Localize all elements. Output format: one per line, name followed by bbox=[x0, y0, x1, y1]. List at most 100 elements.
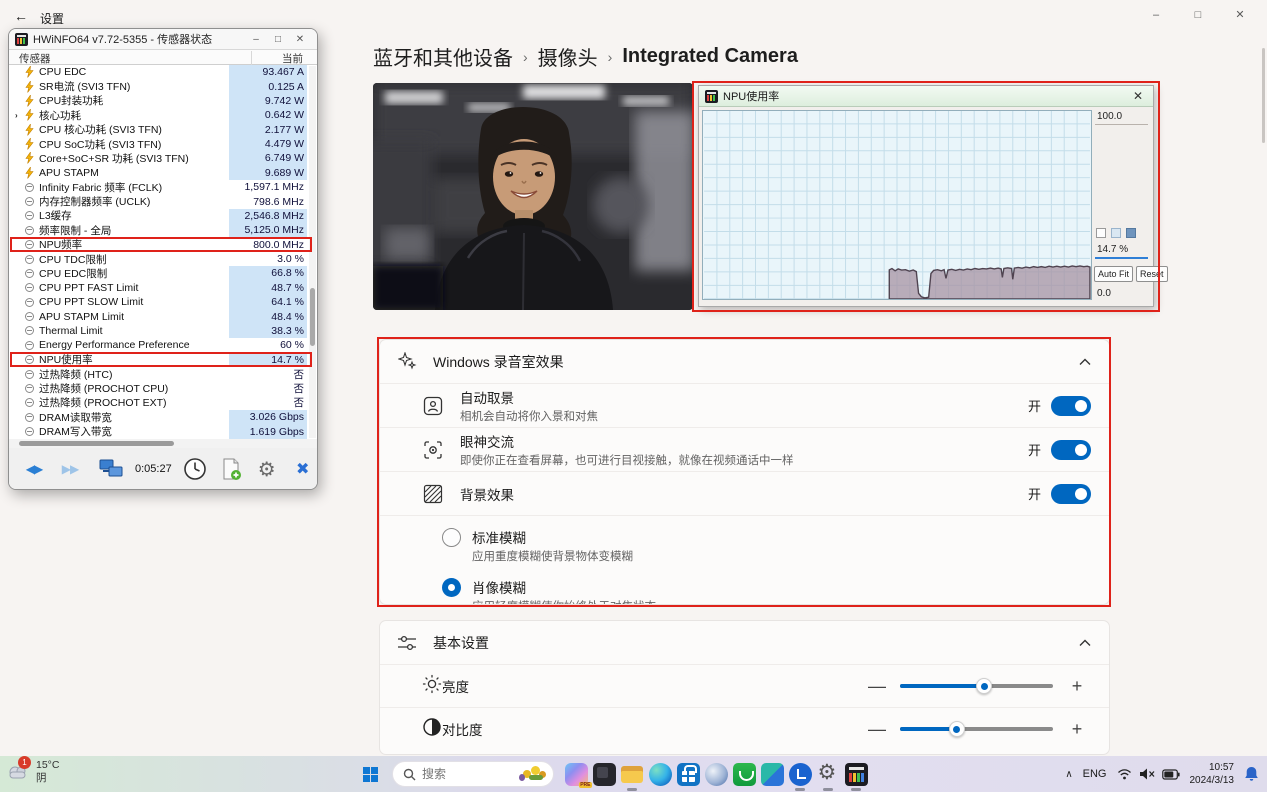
sensor-row[interactable]: APU STAPM Limit48.4 % bbox=[9, 309, 317, 323]
auto-framing-toggle[interactable] bbox=[1051, 396, 1091, 416]
sensor-row[interactable]: CPU PPT SLOW Limit64.1 % bbox=[9, 295, 317, 309]
sensor-row[interactable]: L3缓存2,546.8 MHz bbox=[9, 209, 317, 223]
studio-effects-header[interactable]: Windows 录音室效果 bbox=[380, 340, 1109, 383]
search-box[interactable] bbox=[392, 761, 554, 787]
close-x-icon[interactable]: ✖ bbox=[288, 454, 318, 484]
contrast-slider[interactable] bbox=[900, 727, 1053, 731]
page-scrollbar[interactable] bbox=[1262, 48, 1265, 143]
sensor-row[interactable]: CPU PPT FAST Limit48.7 % bbox=[9, 281, 317, 295]
sensor-row[interactable]: Core+SoC+SR 功耗 (SVI3 TFN)6.749 W bbox=[9, 151, 317, 165]
clock-app-taskbar-button[interactable] bbox=[786, 756, 814, 792]
expand-icon[interactable]: › bbox=[15, 111, 23, 120]
reset-button[interactable]: Reset bbox=[1136, 266, 1168, 282]
system-tray-icons[interactable] bbox=[1117, 768, 1180, 780]
sensor-row[interactable]: CPU 核心功耗 (SVI3 TFN)2.177 W bbox=[9, 123, 317, 137]
gauge-icon bbox=[23, 297, 35, 308]
chevron-up-icon[interactable] bbox=[1079, 358, 1091, 366]
minimize-button[interactable]: – bbox=[1135, 4, 1177, 26]
hwinfo-titlebar[interactable]: HWiNFO64 v7.72-5355 - 传感器状态 – □ ✕ bbox=[9, 29, 317, 49]
horizontal-scrollbar[interactable] bbox=[9, 439, 317, 448]
sensor-row[interactable]: 过热降频 (PROCHOT CPU)否 bbox=[9, 381, 317, 395]
background-effects-toggle[interactable] bbox=[1051, 484, 1091, 504]
teal-app-taskbar-button[interactable] bbox=[758, 756, 786, 792]
radio-standard-blur[interactable] bbox=[442, 528, 461, 547]
sensor-row[interactable]: Energy Performance Preference60 % bbox=[9, 338, 317, 352]
report-add-icon[interactable] bbox=[216, 454, 246, 484]
search-input[interactable] bbox=[422, 767, 513, 781]
remote-monitoring-icon[interactable] bbox=[97, 454, 127, 484]
sensor-row[interactable]: NPU频率800.0 MHz bbox=[9, 238, 317, 252]
portrait-blur-option[interactable]: 肖像模糊 应用轻度模糊使你始终处于对焦状态 bbox=[442, 577, 1109, 605]
back-button[interactable]: ← bbox=[14, 8, 28, 24]
dark-app-taskbar-button[interactable] bbox=[590, 756, 618, 792]
vertical-scrollbar[interactable] bbox=[309, 66, 316, 438]
hwinfo-icon bbox=[705, 90, 718, 103]
settings-gear-icon[interactable]: ⚙ bbox=[252, 454, 282, 484]
sensor-row[interactable]: APU STAPM9.689 W bbox=[9, 166, 317, 180]
settings-app-title: 设置 bbox=[40, 10, 64, 27]
sensor-row[interactable]: DRAM写入带宽1.619 Gbps bbox=[9, 424, 317, 438]
basic-settings-header[interactable]: 基本设置 bbox=[380, 621, 1109, 664]
sensor-row[interactable]: CPU EDC限制66.8 % bbox=[9, 266, 317, 280]
sensor-row[interactable]: CPU EDC93.467 A bbox=[9, 65, 317, 79]
contrast-slider-thumb[interactable] bbox=[949, 721, 965, 737]
browser-swirl-taskbar-button[interactable] bbox=[702, 756, 730, 792]
minimize-button[interactable]: – bbox=[245, 34, 267, 45]
green-store-taskbar-button[interactable] bbox=[730, 756, 758, 792]
sensor-row[interactable]: CPU封装功耗9.742 W bbox=[9, 94, 317, 108]
clock-icon[interactable] bbox=[180, 454, 210, 484]
file-explorer-taskbar-button[interactable] bbox=[618, 756, 646, 792]
gauge-icon bbox=[23, 225, 35, 236]
breadcrumb-cameras[interactable]: 摄像头 bbox=[538, 42, 598, 71]
search-highlight-image[interactable] bbox=[519, 764, 549, 784]
brightness-increase-button[interactable]: + bbox=[1069, 676, 1085, 697]
brightness-decrease-button[interactable]: — bbox=[868, 676, 884, 697]
weather-widget[interactable]: 1 15°C 阴 bbox=[6, 759, 59, 785]
language-indicator[interactable]: ENG bbox=[1083, 768, 1107, 780]
sensor-row[interactable]: CPU SoC功耗 (SVI3 TFN)4.479 W bbox=[9, 137, 317, 151]
breadcrumb-bluetooth-devices[interactable]: 蓝牙和其他设备 bbox=[373, 42, 513, 71]
sensor-row[interactable]: NPU使用率14.7 % bbox=[9, 353, 317, 367]
start-button[interactable] bbox=[356, 760, 384, 788]
sensor-row[interactable]: 过热降频 (HTC)否 bbox=[9, 367, 317, 381]
brightness-slider-thumb[interactable] bbox=[976, 678, 992, 694]
sensor-row[interactable]: DRAM读取带宽3.026 Gbps bbox=[9, 410, 317, 424]
sensor-row[interactable]: 内存控制器频率 (UCLK)798.6 MHz bbox=[9, 194, 317, 208]
sensor-row[interactable]: 频率限制 - 全局5,125.0 MHz bbox=[9, 223, 317, 237]
copilot-taskbar-button[interactable] bbox=[562, 756, 590, 792]
brightness-slider[interactable] bbox=[900, 684, 1053, 688]
sensor-row[interactable]: Infinity Fabric 频率 (FCLK)1,597.1 MHz bbox=[9, 180, 317, 194]
sensor-row[interactable]: 过热降频 (PROCHOT EXT)否 bbox=[9, 396, 317, 410]
sensor-row[interactable]: Thermal Limit38.3 % bbox=[9, 324, 317, 338]
graph-color-swatches[interactable] bbox=[1096, 228, 1136, 238]
radio-portrait-blur[interactable] bbox=[442, 578, 461, 597]
eye-contact-toggle[interactable] bbox=[1051, 440, 1091, 460]
npu-window-titlebar[interactable]: NPU使用率 ✕ bbox=[699, 86, 1153, 107]
notification-bell-icon[interactable] bbox=[1244, 766, 1259, 782]
close-button[interactable]: ✕ bbox=[289, 34, 311, 45]
settings-gear-taskbar-button[interactable] bbox=[814, 756, 842, 792]
running-indicator bbox=[627, 788, 637, 791]
standard-blur-option[interactable]: 标准模糊 应用重度模糊使背景物体变模糊 bbox=[442, 527, 1109, 564]
contrast-increase-button[interactable]: + bbox=[1069, 719, 1085, 740]
close-icon[interactable]: ✕ bbox=[1129, 89, 1147, 103]
weather-condition: 阴 bbox=[36, 772, 59, 785]
tray-chevron-up-icon[interactable]: ∧ bbox=[1065, 769, 1072, 780]
hwinfo-taskbar-button[interactable] bbox=[842, 756, 870, 792]
clock-widget[interactable]: 10:57 2024/3/13 bbox=[1190, 761, 1235, 787]
sensor-row[interactable]: SR电流 (SVI3 TFN)0.125 A bbox=[9, 79, 317, 93]
bolt-icon bbox=[23, 124, 35, 135]
sensor-row[interactable]: CPU TDC限制3.0 % bbox=[9, 252, 317, 266]
auto-fit-button[interactable]: Auto Fit bbox=[1094, 266, 1133, 282]
close-button[interactable]: ✕ bbox=[1219, 4, 1261, 26]
gauge-icon bbox=[23, 210, 35, 221]
chevron-up-icon[interactable] bbox=[1079, 639, 1091, 647]
store-taskbar-button[interactable] bbox=[674, 756, 702, 792]
sensor-row[interactable]: ›核心功耗0.642 W bbox=[9, 108, 317, 122]
edge-taskbar-button[interactable] bbox=[646, 756, 674, 792]
nav-arrows-icon[interactable]: ◀▶ bbox=[19, 454, 49, 484]
contrast-decrease-button[interactable]: — bbox=[868, 719, 884, 740]
maximize-button[interactable]: □ bbox=[267, 34, 289, 45]
maximize-button[interactable]: □ bbox=[1177, 4, 1219, 26]
dark-app-icon bbox=[593, 763, 616, 786]
